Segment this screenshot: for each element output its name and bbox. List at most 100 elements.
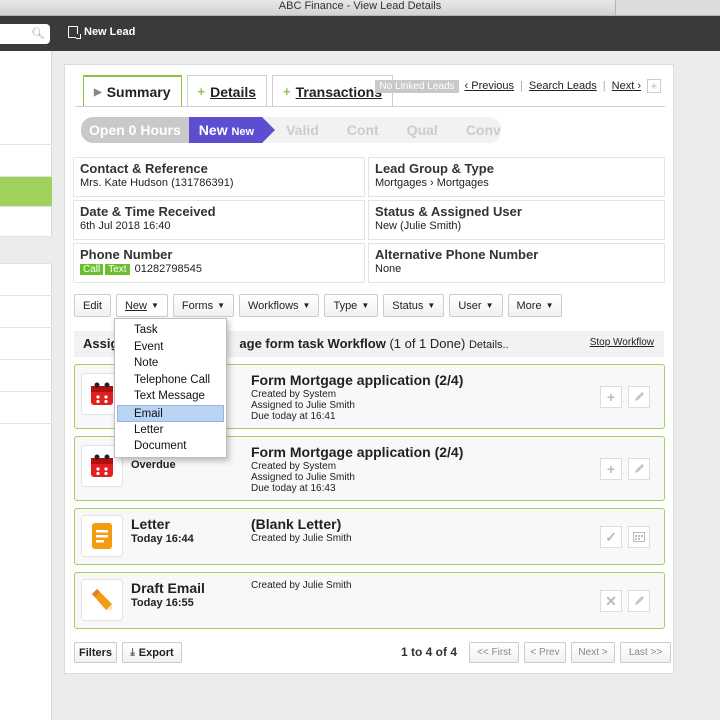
user-dropdown-button[interactable]: User ▼	[449, 294, 503, 317]
next-lead-link[interactable]: Next ›	[612, 80, 641, 92]
phone-title: Phone Number	[80, 247, 173, 262]
letter-icon	[81, 515, 123, 557]
item-name: Letter	[131, 516, 170, 532]
sidebar-item[interactable]	[0, 206, 52, 236]
check-icon[interactable]: ✓	[600, 526, 622, 548]
prev-page-button[interactable]: < Prev	[524, 642, 566, 663]
plus-icon: +	[197, 84, 206, 99]
button-label: Export	[138, 646, 174, 659]
task-created: Created by System	[251, 461, 337, 472]
pencil-icon[interactable]	[628, 458, 650, 480]
letter-card[interactable]: Letter Today 16:44 (Blank Letter) Create…	[74, 508, 665, 565]
workflows-dropdown-button[interactable]: Workflows ▼	[239, 294, 320, 317]
tab-summary[interactable]: ▶ Summary	[83, 75, 182, 107]
stage-qual: Qual	[406, 122, 438, 138]
menu-item-document[interactable]: Document	[115, 438, 226, 455]
stage-label: New	[198, 122, 228, 138]
edit-button[interactable]: Edit	[74, 294, 111, 317]
stage-cont: Cont	[346, 122, 379, 138]
menu-item-note[interactable]: Note	[115, 355, 226, 372]
pencil-icon[interactable]	[628, 386, 650, 408]
sidebar-item[interactable]	[0, 295, 52, 327]
item-created: Created by Julie Smith	[251, 580, 352, 591]
draft-email-card[interactable]: Draft Email Today 16:55 Created by Julie…	[74, 572, 665, 629]
search-leads-link[interactable]: Search Leads	[529, 80, 597, 92]
lead-info-grid: Contact & Reference Mrs. Kate Hudson (13…	[73, 157, 665, 283]
linked-leads-badge: No Linked Leads	[375, 79, 459, 93]
menu-item-text-message[interactable]: Text Message	[115, 388, 226, 405]
search-input[interactable]: 🔍︎	[0, 24, 50, 44]
type-dropdown-button[interactable]: Type ▼	[324, 294, 379, 317]
status-title: Status & Assigned User	[375, 204, 522, 219]
task-assigned: Assigned to Julie Smith	[251, 400, 355, 411]
sidebar-item-active[interactable]	[0, 176, 52, 206]
button-label: Type	[333, 299, 358, 312]
more-dropdown-button[interactable]: More ▼	[507, 294, 563, 317]
sidebar-item[interactable]	[0, 236, 52, 263]
task-due: Due today at 16:43	[251, 483, 336, 494]
add-icon[interactable]: +	[600, 458, 622, 480]
pencil-icon[interactable]	[628, 590, 650, 612]
sidebar-divider	[0, 144, 52, 145]
task-created: Created by System	[251, 389, 337, 400]
first-page-button[interactable]: << First	[469, 642, 519, 663]
sidebar-item[interactable]	[0, 391, 52, 423]
plus-icon: +	[283, 84, 291, 99]
received-cell: Date & Time Received 6th Jul 2018 16:40	[73, 200, 365, 240]
task-assigned: Assigned to Julie Smith	[251, 472, 355, 483]
button-label: Workflows	[248, 299, 299, 312]
menu-item-email[interactable]: Email	[117, 404, 224, 422]
previous-lead-link[interactable]: ‹ Previous	[465, 80, 515, 92]
stage-new: New New	[188, 117, 276, 143]
workflow-progress: (1 of 1 Done)	[389, 336, 466, 351]
sidebar-item[interactable]	[0, 423, 52, 445]
new-dropdown-button[interactable]: New ▼	[115, 294, 168, 317]
card-actions: +	[600, 458, 650, 480]
menu-item-telephone-call[interactable]: Telephone Call	[115, 372, 226, 389]
next-page-button[interactable]: Next >	[571, 642, 615, 663]
add-icon[interactable]: +	[600, 386, 622, 408]
new-document-icon	[68, 26, 81, 39]
new-lead-button[interactable]: New Lead	[68, 26, 136, 39]
last-page-button[interactable]: Last >>	[620, 642, 671, 663]
add-icon[interactable]: +	[647, 79, 661, 93]
button-label: More	[516, 299, 542, 312]
sidebar-item[interactable]	[0, 327, 52, 359]
contact-cell: Contact & Reference Mrs. Kate Hudson (13…	[73, 157, 365, 197]
tab-underline	[75, 106, 665, 107]
item-created: Created by Julie Smith	[251, 533, 352, 544]
tab-details[interactable]: + Details	[186, 75, 268, 107]
menu-item-event[interactable]: Event	[115, 339, 226, 356]
stop-workflow-link[interactable]: Stop Workflow	[590, 337, 654, 348]
button-label: Status	[392, 299, 424, 312]
alt-phone-value: None	[375, 263, 402, 275]
sidebar-item[interactable]	[0, 359, 52, 391]
status-dropdown-button[interactable]: Status ▼	[383, 294, 445, 317]
forms-dropdown-button[interactable]: Forms ▼	[172, 294, 234, 317]
left-sidebar	[0, 51, 52, 720]
lead-navigation: No Linked Leads ‹ Previous | Search Lead…	[375, 79, 661, 93]
status-value: New (Julie Smith)	[375, 220, 462, 232]
new-lead-label: New Lead	[84, 26, 136, 38]
calendar-grid-icon[interactable]	[628, 526, 650, 548]
caret-down-icon: ▼	[150, 301, 159, 310]
caret-down-icon: ▼	[302, 301, 311, 310]
card-actions: ✓	[600, 526, 650, 548]
tab-bar: ▶ Summary + Details + Transactions	[83, 75, 393, 107]
workflow-details-link[interactable]: Details..	[469, 339, 509, 351]
pagination-count: 1 to 4 of 4	[401, 645, 458, 659]
filters-button[interactable]: Filters	[74, 642, 117, 663]
task-title: Form Mortgage application (2/4)	[251, 444, 464, 460]
menu-item-task[interactable]: Task	[115, 322, 226, 339]
text-tag[interactable]: Text	[105, 264, 130, 275]
call-tag[interactable]: Call	[80, 264, 104, 275]
menu-item-letter[interactable]: Letter	[115, 422, 226, 439]
task-due: Due today at 16:41	[251, 411, 336, 422]
close-icon[interactable]: ✕	[600, 590, 622, 612]
search-icon[interactable]: 🔍︎	[31, 27, 45, 40]
export-button[interactable]: ⤓ Export	[122, 642, 182, 663]
caret-down-icon: ▼	[485, 301, 494, 310]
stage-conv: Conv	[465, 122, 501, 138]
contact-value: Mrs. Kate Hudson (131786391)	[80, 177, 234, 189]
sidebar-item[interactable]	[0, 263, 52, 295]
